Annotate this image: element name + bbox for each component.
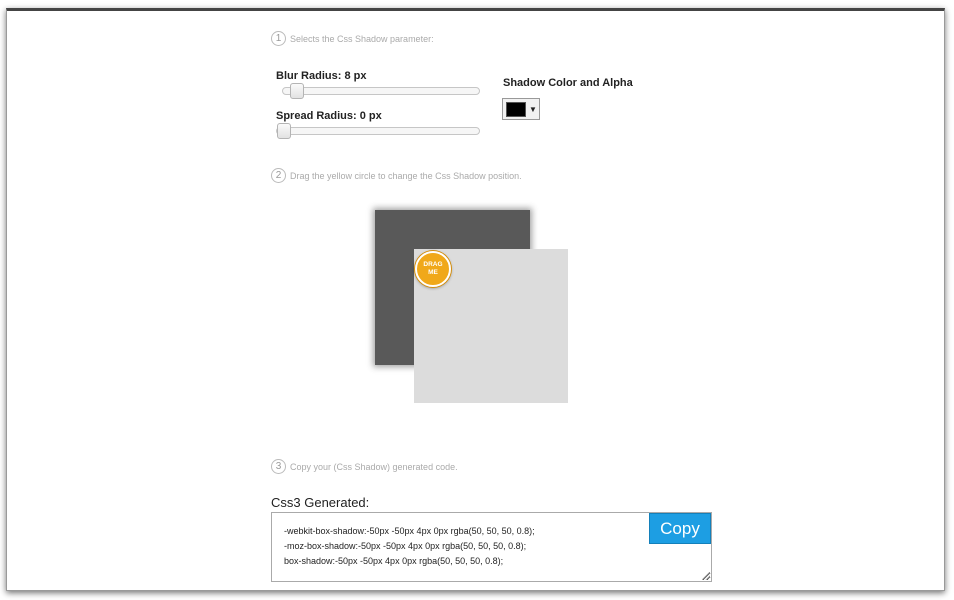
code-line-standard: box-shadow:-50px -50px 4px 0px rgba(50, …	[284, 556, 504, 566]
dropdown-arrow-icon: ▼	[529, 104, 537, 114]
shadow-color-label: Shadow Color and Alpha	[503, 77, 633, 89]
spread-radius-slider-handle[interactable]	[277, 123, 291, 139]
blur-radius-slider[interactable]	[282, 83, 480, 99]
shadow-color-picker[interactable]: ▼	[502, 98, 540, 120]
step-2-number: 2	[271, 168, 286, 183]
code-line-webkit: -webkit-box-shadow:-50px -50px 4px 0px r…	[284, 526, 535, 536]
step-1-number: 1	[271, 31, 286, 46]
resize-grip-icon[interactable]	[702, 572, 710, 580]
step-3-text: Copy your (Css Shadow) generated code.	[290, 461, 458, 472]
spread-radius-slider[interactable]	[276, 123, 480, 139]
step-2-text: Drag the yellow circle to change the Css…	[290, 170, 522, 181]
page-frame: 1 Selects the Css Shadow parameter: Blur…	[6, 8, 945, 591]
drag-handle-line-2: ME	[428, 269, 438, 276]
drag-handle[interactable]: DRAG ME	[415, 251, 451, 287]
drag-handle-line-1: DRAG	[423, 261, 443, 268]
step-3: 3 Copy your (Css Shadow) generated code.	[271, 459, 458, 474]
step-1-text: Selects the Css Shadow parameter:	[290, 33, 434, 44]
generated-code-title: Css3 Generated:	[271, 495, 370, 510]
color-swatch	[506, 101, 526, 117]
code-line-moz: -moz-box-shadow:-50px -50px 4px 0px rgba…	[284, 541, 527, 551]
step-1: 1 Selects the Css Shadow parameter:	[271, 31, 434, 46]
blur-radius-slider-handle[interactable]	[290, 83, 304, 99]
spread-radius-label: Spread Radius: 0 px	[276, 110, 382, 122]
generated-code-textarea[interactable]: -webkit-box-shadow:-50px -50px 4px 0px r…	[271, 512, 712, 582]
blur-radius-label: Blur Radius: 8 px	[276, 70, 367, 82]
step-2: 2 Drag the yellow circle to change the C…	[271, 168, 522, 183]
step-3-number: 3	[271, 459, 286, 474]
copy-button[interactable]: Copy	[649, 513, 711, 544]
